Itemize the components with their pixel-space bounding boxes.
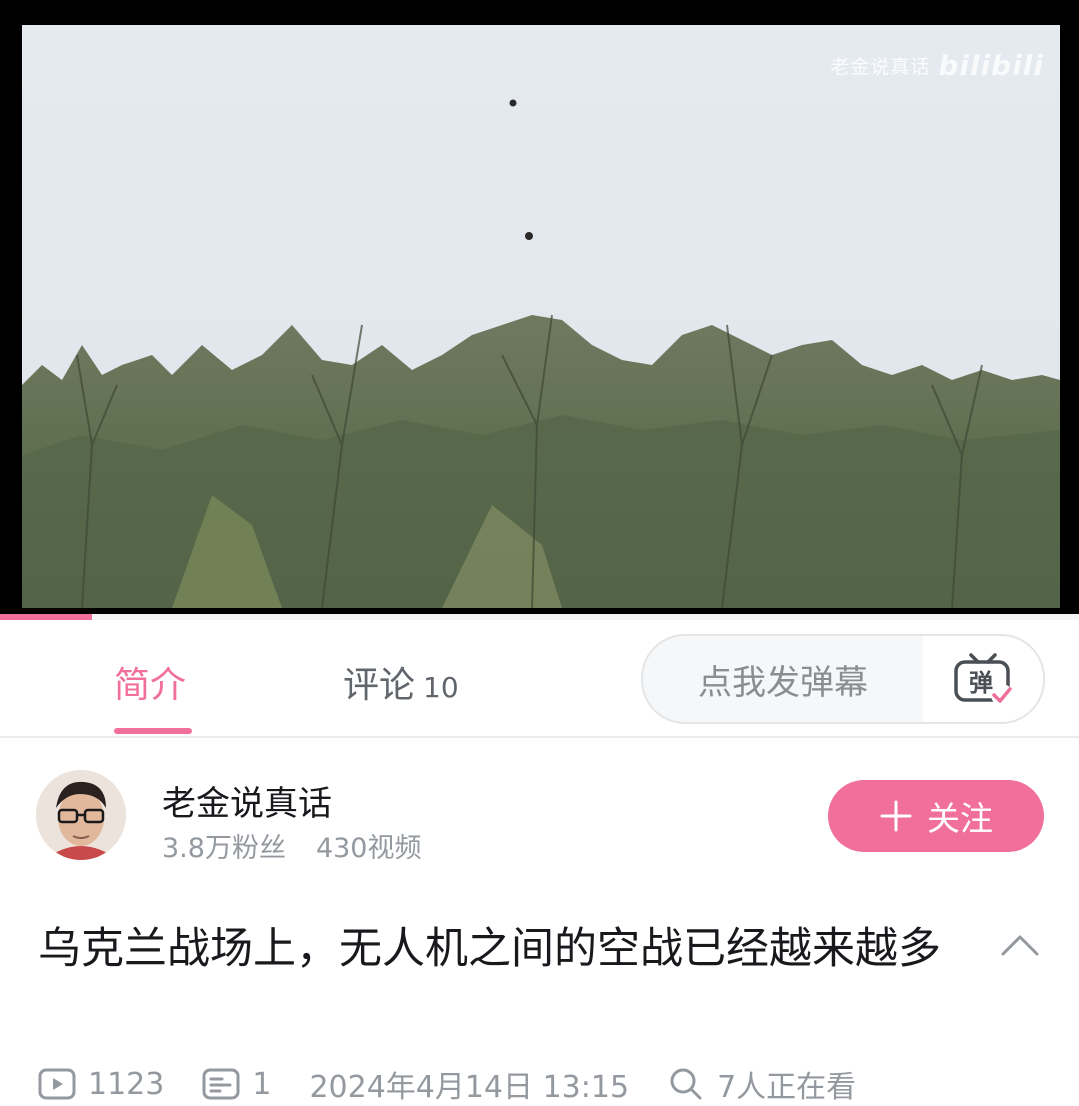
danmaku-glyph: 弹	[969, 669, 993, 697]
uploader-avatar[interactable]	[36, 770, 126, 860]
watermark-text: 老金说真话	[830, 56, 931, 78]
bilibili-logo: bilibili	[938, 49, 1044, 82]
follow-label: 关注	[927, 799, 993, 838]
uploader-stats: 3.8万粉丝 430视频	[162, 826, 422, 865]
danmaku-bar: 点我发弹幕 弹	[641, 634, 1045, 724]
uploader-name[interactable]: 老金说真话	[162, 776, 332, 825]
follower-count: 3.8万粉丝	[162, 833, 286, 864]
follow-button[interactable]: 关注	[828, 780, 1044, 852]
publish-date: 2024年4月14日 13:15	[309, 1070, 630, 1105]
chevron-up-icon[interactable]	[1000, 930, 1040, 960]
tab-comments-count: 10	[423, 671, 459, 704]
tab-intro-label: 简介	[114, 665, 187, 706]
tab-active-indicator	[114, 728, 192, 734]
video-watermark: 老金说真话 bilibili	[830, 49, 1044, 82]
video-meta: 1123 1 2024年4月14日 13:15 7人正在看	[38, 1062, 856, 1106]
danmaku-input[interactable]: 点我发弹幕	[643, 636, 923, 722]
watching-count: 7人正在看	[717, 1070, 857, 1105]
tab-comments-label: 评论	[343, 665, 416, 706]
plus-icon	[880, 800, 912, 832]
tab-intro[interactable]: 简介	[114, 656, 186, 708]
play-count-icon	[38, 1068, 76, 1100]
danmaku-toggle-icon: 弹	[954, 653, 1013, 706]
watching-icon	[670, 1068, 702, 1100]
danmaku-count-icon	[202, 1068, 240, 1100]
danmaku-count: 1	[252, 1066, 272, 1102]
play-count: 1123	[88, 1066, 165, 1102]
video-player[interactable]: 老金说真话 bilibili	[0, 0, 1079, 620]
video-frame[interactable]: 老金说真话 bilibili	[22, 25, 1060, 608]
danmaku-toggle-button[interactable]: 弹	[923, 636, 1043, 722]
video-title: 乌克兰战场上，无人机之间的空战已经越来越多	[38, 924, 941, 974]
tab-comments[interactable]: 评论 10	[343, 656, 459, 708]
video-count: 430视频	[315, 833, 422, 864]
avatar-image	[36, 770, 126, 860]
video-image	[22, 25, 1060, 608]
tab-bar: 简介 评论 10 点我发弹幕 弹	[0, 620, 1079, 738]
